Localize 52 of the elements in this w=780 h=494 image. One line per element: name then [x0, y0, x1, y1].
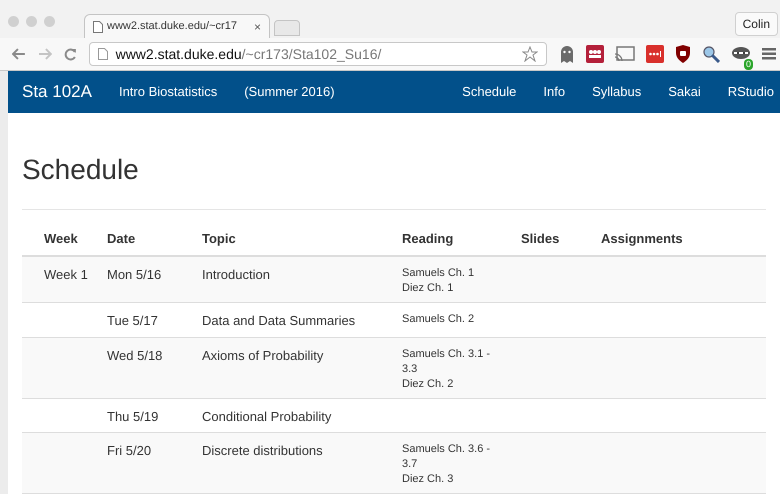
reading-entry: Samuels Ch. 3.1 - 3.3: [402, 346, 492, 376]
table-cell: Wed 5/18: [107, 348, 162, 362]
term-label: (Summer 2016): [244, 83, 335, 102]
course-title: Intro Biostatistics: [118, 83, 218, 102]
people-icon[interactable]: [586, 45, 604, 63]
menu-icon[interactable]: [762, 48, 776, 60]
close-button[interactable]: ×: [254, 18, 261, 36]
column-header: Topic: [202, 230, 237, 248]
table-cell: Conditional Probability: [202, 408, 332, 424]
column-header: Week: [43, 230, 79, 248]
column-header: Date: [107, 230, 136, 248]
nav-link[interactable]: Info: [543, 82, 566, 102]
shield-icon[interactable]: [675, 45, 691, 63]
table-cell: Introduction: [202, 267, 270, 282]
column-header: Assignments: [601, 230, 684, 248]
nav-link[interactable]: Schedule: [462, 82, 516, 102]
star-icon[interactable]: [522, 46, 538, 62]
dots-icon[interactable]: [646, 45, 664, 63]
nav-link[interactable]: Sakai: [668, 82, 701, 102]
nav-link[interactable]: RStudio: [728, 82, 774, 102]
reading-entry: Diez Ch. 2: [402, 376, 454, 392]
reading-entry: Samuels Ch. 3.6 - 3.7: [402, 442, 492, 472]
reading-entry: Diez Ch. 3: [402, 472, 454, 487]
badge-count: 0: [744, 59, 753, 70]
page-icon: [98, 48, 108, 60]
reading-entry: Diez Ch. 1: [402, 281, 454, 296]
back-icon[interactable]: [12, 48, 26, 60]
url-text: www2.stat.duke.edu/~cr173/Sta102_Su16/: [116, 44, 382, 64]
table-cell: Data and Data Summaries: [202, 313, 356, 328]
ghost-icon[interactable]: [559, 45, 575, 63]
magnifier-icon[interactable]: [702, 45, 720, 63]
nav-link[interactable]: Syllabus: [592, 82, 642, 102]
tab-title: www2.stat.duke.edu/~cr17: [107, 19, 237, 34]
table-cell: Axioms of Probability: [202, 348, 324, 362]
table-cell: Tue 5/17: [107, 313, 158, 328]
table-cell: Fri 5/20: [107, 443, 152, 458]
reading-entry: Samuels Ch. 1: [402, 266, 476, 281]
brand[interactable]: Sta 102A: [22, 79, 92, 105]
address-bar[interactable]: www2.stat.duke.edu/~cr173/Sta102_Su16/: [88, 42, 547, 66]
column-header: Reading: [402, 230, 454, 248]
column-header: Slides: [521, 230, 560, 248]
reading-entry: Samuels Ch. 2: [402, 312, 476, 327]
table-cell: Mon 5/16: [107, 267, 162, 282]
cast-icon[interactable]: [615, 46, 635, 62]
reload-icon[interactable]: [64, 48, 77, 60]
page-icon: [93, 20, 103, 32]
browser-tab[interactable]: www2.stat.duke.edu/~cr17 ×: [84, 14, 270, 38]
table-cell: Discrete distributions: [202, 443, 323, 458]
page-heading: Schedule: [22, 149, 766, 210]
profile-button[interactable]: Colin: [734, 12, 778, 36]
table-cell: Week 1: [44, 267, 88, 282]
table-cell: Thu 5/19: [107, 408, 158, 424]
